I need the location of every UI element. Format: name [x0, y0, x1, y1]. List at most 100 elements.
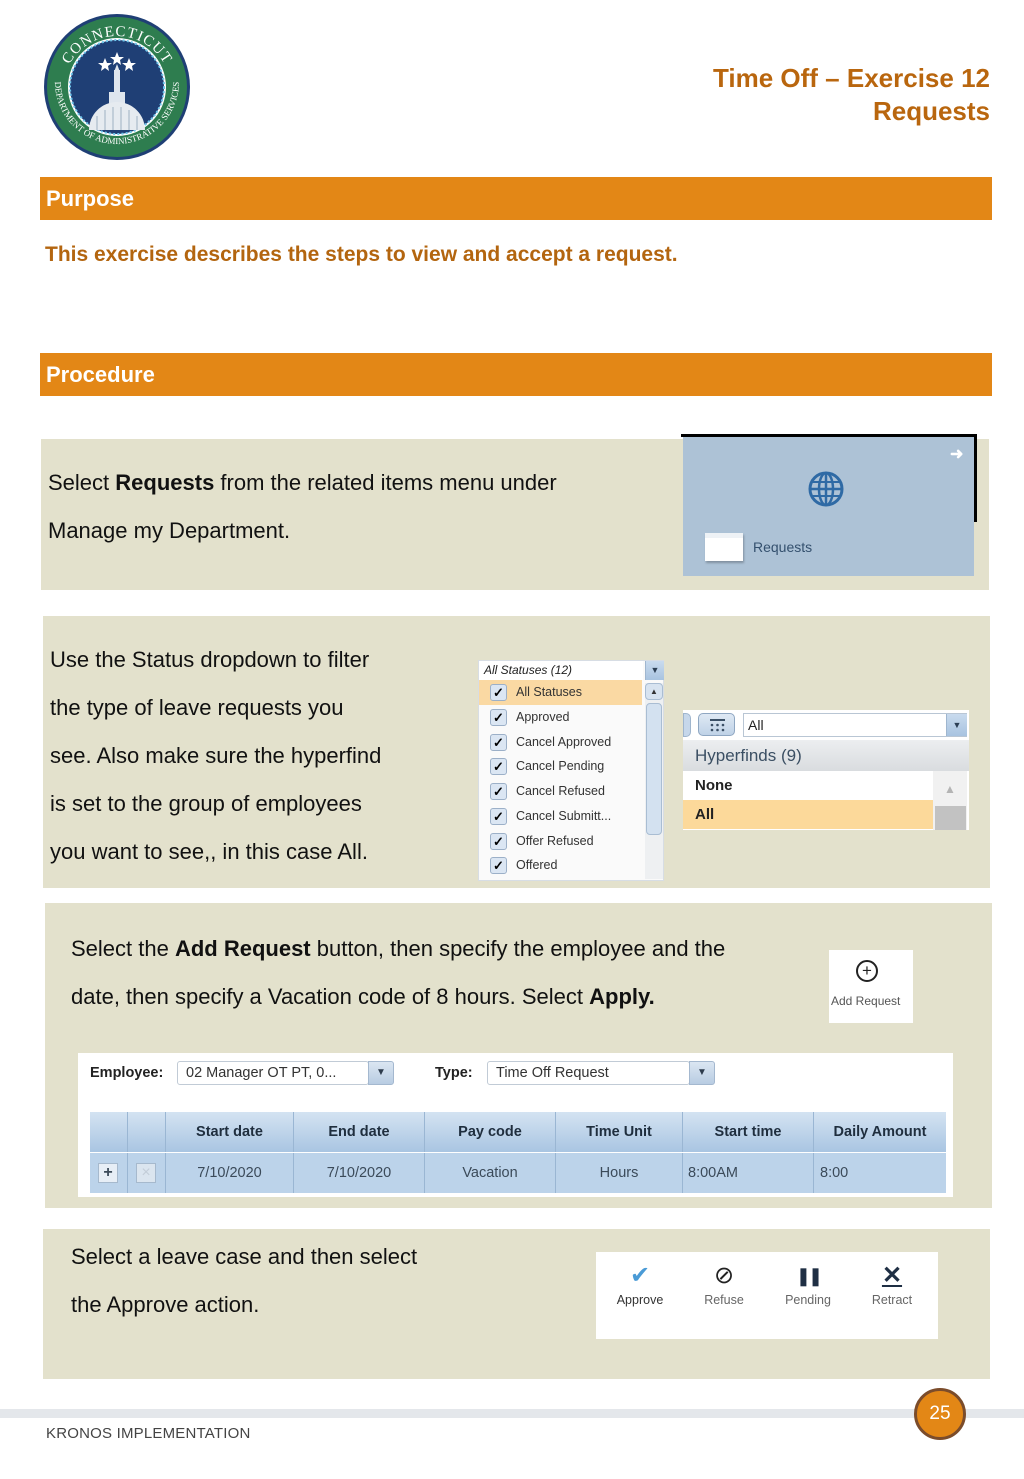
step-4-text: Select a leave case and then select the … [71, 1233, 417, 1329]
employee-dropdown-icon[interactable]: ▼ [368, 1061, 394, 1085]
retract-button[interactable]: ✕ Retract [857, 1262, 927, 1307]
status-option-label: Offered [516, 858, 558, 872]
add-row-button[interactable]: + [98, 1163, 118, 1183]
time-unit-cell[interactable]: Hours [556, 1153, 683, 1193]
purpose-heading: Purpose [40, 177, 992, 220]
checkbox-checked-icon[interactable]: ✓ [490, 758, 507, 775]
step-1-bold: Requests [115, 470, 215, 495]
checkbox-checked-icon[interactable]: ✓ [490, 783, 507, 800]
status-option[interactable]: ✓ All Statuses [479, 680, 642, 705]
scroll-up-icon[interactable]: ▲ [944, 782, 956, 796]
step-1-line2: Manage my Department. [48, 518, 291, 543]
scrollbar-thumb[interactable] [646, 703, 662, 835]
table-row[interactable]: + × 7/10/2020 7/10/2020 Vacation Hours 8… [90, 1153, 946, 1193]
step-3-line1-pre: Select the [71, 936, 175, 961]
delete-row-button[interactable]: × [136, 1163, 156, 1183]
status-option[interactable]: ✓ Offer Refused [479, 829, 642, 854]
add-request-label[interactable]: Add Request [831, 994, 900, 1008]
checkbox-checked-icon[interactable]: ✓ [490, 857, 507, 874]
pending-label: Pending [785, 1293, 831, 1307]
globe-icon [806, 469, 846, 509]
hyperfind-dropdown-toggle[interactable]: ▼ [946, 714, 967, 736]
hyperfind-prev-button[interactable] [683, 713, 691, 737]
checkmark-icon: ✔ [629, 1262, 651, 1289]
step-1-line1-post: from the related items menu under [214, 470, 557, 495]
status-option-label: Cancel Submitt... [516, 809, 612, 823]
refuse-button[interactable]: ⊘ Refuse [689, 1262, 759, 1307]
scroll-up-icon[interactable]: ▲ [645, 683, 663, 700]
calendar-icon[interactable] [698, 713, 735, 736]
column-header [128, 1112, 166, 1152]
status-option-label: Cancel Pending [516, 759, 605, 773]
page-title: Time Off – Exercise 12 Requests [713, 62, 990, 128]
purpose-text: This exercise describes the steps to vie… [45, 243, 678, 266]
step-3-bold-apply: Apply. [589, 984, 655, 1009]
approve-button[interactable]: ✔ Approve [605, 1262, 675, 1307]
employee-label: Employee: [90, 1065, 164, 1081]
checkbox-checked-icon[interactable]: ✓ [490, 734, 507, 751]
add-row-cell: + [90, 1153, 128, 1193]
hyperfind-select[interactable]: All [743, 713, 967, 737]
status-option-label: Offer Refused [516, 834, 594, 848]
step-2-line: is set to the group of employees [50, 791, 362, 816]
daily-amount-cell[interactable]: 8:00 [814, 1153, 946, 1193]
step-3-bold: Add Request [174, 936, 311, 961]
column-header[interactable]: Daily Amount [814, 1112, 946, 1152]
step-1-line1-pre: Select [48, 470, 116, 495]
plus-circle-icon[interactable]: + [856, 960, 878, 982]
step-4-line2: the Approve action. [71, 1292, 260, 1317]
column-header[interactable]: Start time [683, 1112, 814, 1152]
requests-card-icon[interactable] [705, 533, 743, 561]
hyperfind-option[interactable]: None [683, 771, 933, 800]
pause-icon: ❚❚ [795, 1266, 823, 1286]
procedure-heading: Procedure [40, 353, 992, 396]
delete-row-cell: × [128, 1153, 166, 1193]
title-line-2: Requests [872, 96, 990, 126]
column-header[interactable]: End date [294, 1112, 425, 1152]
type-select[interactable]: Time Off Request [487, 1061, 690, 1085]
end-date-cell[interactable]: 7/10/2020 [294, 1153, 425, 1193]
arrow-right-icon[interactable]: ➜ [950, 444, 963, 464]
status-option[interactable]: ✓ Cancel Refused [479, 779, 642, 804]
status-option-label: Cancel Approved [516, 735, 612, 749]
footer-text: KRONOS IMPLEMENTATION [46, 1425, 251, 1442]
retract-x-icon: ✕ [881, 1262, 903, 1289]
step-3-text: Select the Add Request button, then spec… [71, 925, 725, 1021]
checkbox-checked-icon[interactable]: ✓ [490, 808, 507, 825]
footer-divider [0, 1409, 1024, 1418]
status-option[interactable]: ✓ Approved [479, 705, 642, 730]
approve-label: Approve [616, 1293, 664, 1307]
type-dropdown-icon[interactable]: ▼ [689, 1061, 715, 1085]
pending-button[interactable]: ❚❚ Pending [773, 1262, 843, 1307]
hyperfind-option[interactable]: All [683, 800, 933, 829]
step-1-text: Select Requests from the related items m… [48, 459, 557, 555]
employee-select[interactable]: 02 Manager OT PT, 0... [177, 1061, 369, 1085]
step-3-line2-pre: date, then specify a Vacation code of 8 … [71, 984, 590, 1009]
status-option[interactable]: ✓ Offered [479, 853, 642, 878]
status-dropdown-value[interactable]: All Statuses (12) [479, 661, 643, 680]
column-header[interactable]: Start date [166, 1112, 294, 1152]
checkbox-checked-icon[interactable]: ✓ [490, 684, 507, 701]
step-4-line1: Select a leave case and then select [71, 1244, 418, 1269]
start-time-cell[interactable]: 8:00AM [683, 1153, 814, 1193]
status-option[interactable]: ✓ Cancel Approved [479, 730, 642, 755]
status-dropdown-toggle[interactable]: ▼ [645, 661, 664, 680]
tile-border-top [681, 434, 977, 437]
status-option-label: All Statuses [516, 685, 583, 699]
status-option[interactable]: ✓ Cancel Pending [479, 754, 642, 779]
status-option[interactable]: ✓ Cancel Submitt... [479, 804, 642, 829]
checkbox-checked-icon[interactable]: ✓ [490, 833, 507, 850]
step-2-text: Use the Status dropdown to filter the ty… [50, 636, 381, 876]
column-header[interactable]: Pay code [425, 1112, 556, 1152]
step-2-line: see. Also make sure the hyperfind [50, 743, 382, 768]
tile-border-right [974, 436, 977, 522]
column-header[interactable]: Time Unit [556, 1112, 683, 1152]
pay-code-cell[interactable]: Vacation [425, 1153, 556, 1193]
retract-label: Retract [871, 1293, 913, 1307]
status-option-label: Cancel Refused [516, 784, 605, 798]
checkbox-checked-icon[interactable]: ✓ [490, 709, 507, 726]
step-2-line: the type of leave requests you [50, 695, 344, 720]
scrollbar-thumb[interactable] [935, 806, 966, 830]
start-date-cell[interactable]: 7/10/2020 [166, 1153, 294, 1193]
requests-tile-label[interactable]: Requests [753, 539, 812, 555]
